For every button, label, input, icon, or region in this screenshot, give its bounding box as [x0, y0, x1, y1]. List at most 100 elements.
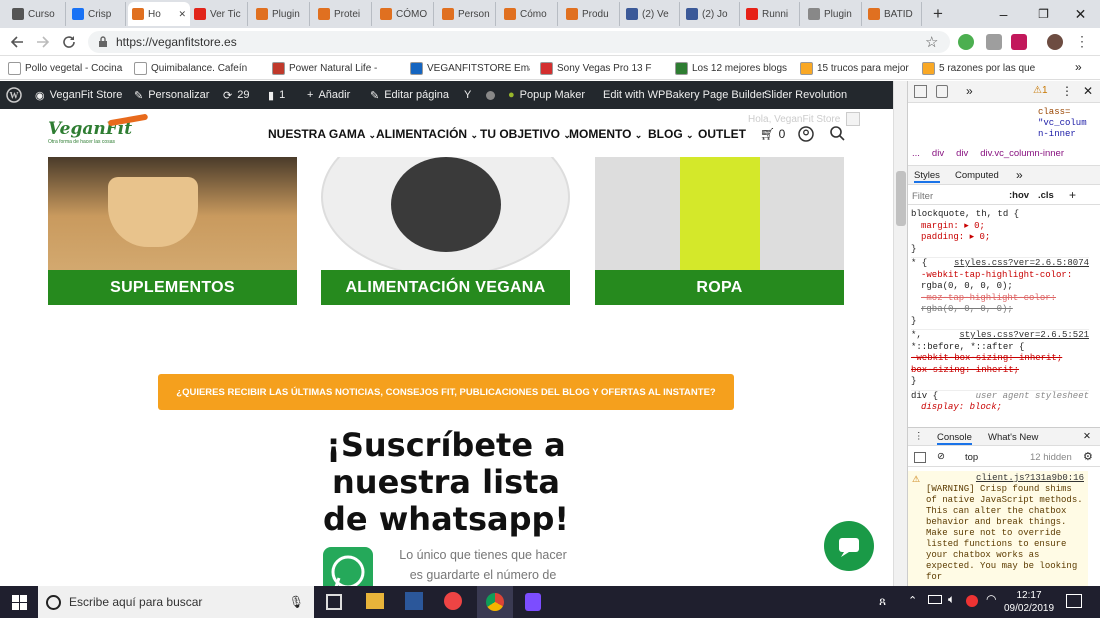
address-bar[interactable]: https://veganfitstore.es [88, 31, 950, 53]
browser-tab[interactable]: Curso [8, 2, 66, 26]
device-toolbar-icon[interactable] [936, 85, 948, 98]
clock[interactable]: 12:17 09/02/2019 [1004, 589, 1054, 615]
bookmark-item[interactable]: 5 razones por las que [922, 60, 1062, 76]
wp-add-new-link[interactable]: + Añadir [307, 81, 350, 109]
profile-avatar[interactable] [1047, 34, 1063, 50]
browser-tab[interactable]: Ver Tic [190, 2, 248, 26]
chrome-taskbar-button[interactable] [477, 586, 513, 618]
people-icon[interactable]: ጸ [879, 594, 886, 609]
nav-tu-objetivo[interactable]: TU OBJETIVO ⌄ [480, 127, 571, 141]
forward-button[interactable] [33, 32, 53, 52]
clear-console-icon[interactable]: ⊘ [937, 451, 945, 462]
app-icon[interactable] [444, 592, 462, 610]
task-view-icon[interactable] [326, 594, 342, 610]
notifications-icon[interactable] [1066, 594, 1082, 608]
bookmark-item[interactable]: Quimibalance. Cafeín [134, 60, 264, 76]
extension-puzzle-icon[interactable] [986, 34, 1002, 50]
cart-button[interactable]: 🛒︎ 0 [760, 127, 785, 141]
devtools-menu-icon[interactable]: ⋮ [1061, 84, 1073, 98]
close-drawer-icon[interactable]: ✕ [1083, 431, 1091, 442]
bookmark-item[interactable]: 15 trucos para mejor [800, 60, 914, 76]
wp-popup-maker-link[interactable]: ● Popup Maker [508, 81, 585, 109]
browser-tab[interactable]: Produ [562, 2, 620, 26]
tray-up-chevron-icon[interactable]: ⌃ [908, 594, 917, 607]
app2-icon[interactable] [525, 593, 541, 611]
site-logo[interactable]: VeganFit Otra forma de hacer las cosas [48, 113, 150, 149]
browser-menu-icon[interactable]: ⋮ [1075, 33, 1089, 50]
nav-blog[interactable]: BLOG ⌄ [648, 127, 694, 141]
bookmark-item[interactable]: Sony Vegas Pro 13 F [540, 60, 668, 76]
browser-tab[interactable]: Ho ✕ [128, 2, 190, 26]
context-selector[interactable]: top [965, 452, 978, 463]
devtools-close-icon[interactable]: ✕ [1083, 84, 1093, 98]
word-icon[interactable] [405, 592, 423, 610]
tab-whats-new[interactable]: What's New [988, 432, 1038, 443]
drawer-menu-icon[interactable]: ⋮ [914, 431, 924, 442]
account-icon[interactable] [798, 126, 814, 145]
battery-icon[interactable] [928, 595, 942, 604]
styles-filter-input[interactable] [912, 189, 1002, 203]
search-icon[interactable] [830, 126, 845, 144]
nav-momento[interactable]: MOMENTO ⌄ [569, 127, 642, 141]
new-tab-button[interactable]: + [928, 4, 948, 24]
more-panels-button[interactable]: » [966, 84, 973, 98]
sidebar-toggle-icon[interactable] [914, 452, 926, 463]
bookmark-item[interactable]: VEGANFITSTORE Ema [410, 60, 530, 76]
inspect-element-icon[interactable] [914, 85, 927, 98]
antivirus-icon[interactable] [966, 595, 978, 607]
page-scrollbar[interactable] [893, 81, 907, 586]
reload-button[interactable] [59, 32, 79, 52]
tab-console[interactable]: Console [937, 432, 972, 445]
new-rule-button[interactable]: + [1069, 188, 1076, 202]
nav-alimentacion[interactable]: ALIMENTACIÓN ⌄ [376, 127, 478, 141]
cls-toggle[interactable]: .cls [1038, 190, 1054, 201]
newsletter-button[interactable]: ¿QUIERES RECIBIR LAS ÚLTIMAS NOTICIAS, C… [158, 374, 734, 410]
bookmark-item[interactable]: Power Natural Life - [272, 60, 402, 76]
browser-tab[interactable]: Crisp [68, 2, 126, 26]
category-card-alimentacion[interactable]: ALIMENTACIÓN VEGANA [321, 157, 570, 305]
wp-edit-page-link[interactable]: ✎ Editar página [370, 81, 449, 109]
browser-tab[interactable]: (2) Ve [622, 2, 680, 26]
browser-tab[interactable]: BATID [864, 2, 922, 26]
browser-tab[interactable]: Protei [314, 2, 372, 26]
wordpress-logo-icon[interactable]: W [6, 81, 22, 109]
scrollbar-thumb[interactable] [896, 171, 906, 226]
nav-nuestra-gama[interactable]: NUESTRA GAMA ⌄ [268, 127, 376, 141]
bookmarks-more-button[interactable]: » [1075, 60, 1082, 74]
warning-badge[interactable]: ⚠1 [1033, 85, 1048, 96]
category-card-suplementos[interactable]: SUPLEMENTOS [48, 157, 297, 305]
crisp-chat-button[interactable] [824, 521, 874, 571]
extension-pocket-icon[interactable] [1011, 34, 1027, 50]
close-tab-icon[interactable]: ✕ [178, 9, 186, 20]
bookmark-item[interactable]: Los 12 mejores blogs [675, 60, 793, 76]
console-settings-icon[interactable]: ⚙ [1083, 450, 1093, 463]
extension-green-icon[interactable] [958, 34, 974, 50]
volume-icon[interactable]: 🔈︎ [948, 592, 955, 607]
tab-styles[interactable]: Styles [914, 170, 940, 183]
wp-slider-revolution-link[interactable]: Slider Revolution [764, 81, 847, 109]
browser-tab[interactable]: Person [438, 2, 496, 26]
close-window-button[interactable]: ✕ [1058, 0, 1100, 28]
wifi-icon[interactable]: ◠ [986, 592, 996, 606]
browser-tab[interactable]: Plugin [804, 2, 862, 26]
browser-tab[interactable]: Runni [742, 2, 800, 26]
category-card-ropa[interactable]: ROPA [595, 157, 844, 305]
yoast-icon[interactable]: Y [464, 81, 471, 109]
tab-computed[interactable]: Computed [955, 170, 999, 181]
browser-tab[interactable]: Plugin [252, 2, 310, 26]
star-bookmark-icon[interactable]: ☆ [925, 33, 938, 51]
wp-comments-link[interactable]: ▮ 1 [268, 81, 285, 109]
wp-updates-link[interactable]: ⟳ 29 [223, 81, 249, 109]
bookmark-item[interactable]: Pollo vegetal - Cocina [8, 60, 126, 76]
wp-wpbakery-link[interactable]: Edit with WPBakery Page Builder [603, 81, 766, 109]
taskbar-search-box[interactable]: Escribe aquí para buscar 🎙︎ [38, 586, 314, 618]
browser-tab[interactable]: CÓMO [376, 2, 434, 26]
more-tabs-button[interactable]: » [1016, 168, 1023, 182]
minimize-button[interactable]: – [981, 0, 1026, 28]
hov-toggle[interactable]: :hov [1009, 190, 1029, 201]
browser-tab[interactable]: Cómo [500, 2, 558, 26]
windows-start-icon[interactable] [12, 595, 27, 613]
wp-customize-link[interactable]: ✎ Personalizar [134, 81, 209, 109]
browser-tab[interactable]: (2) Jo [682, 2, 740, 26]
nav-outlet[interactable]: OUTLET [698, 127, 746, 141]
